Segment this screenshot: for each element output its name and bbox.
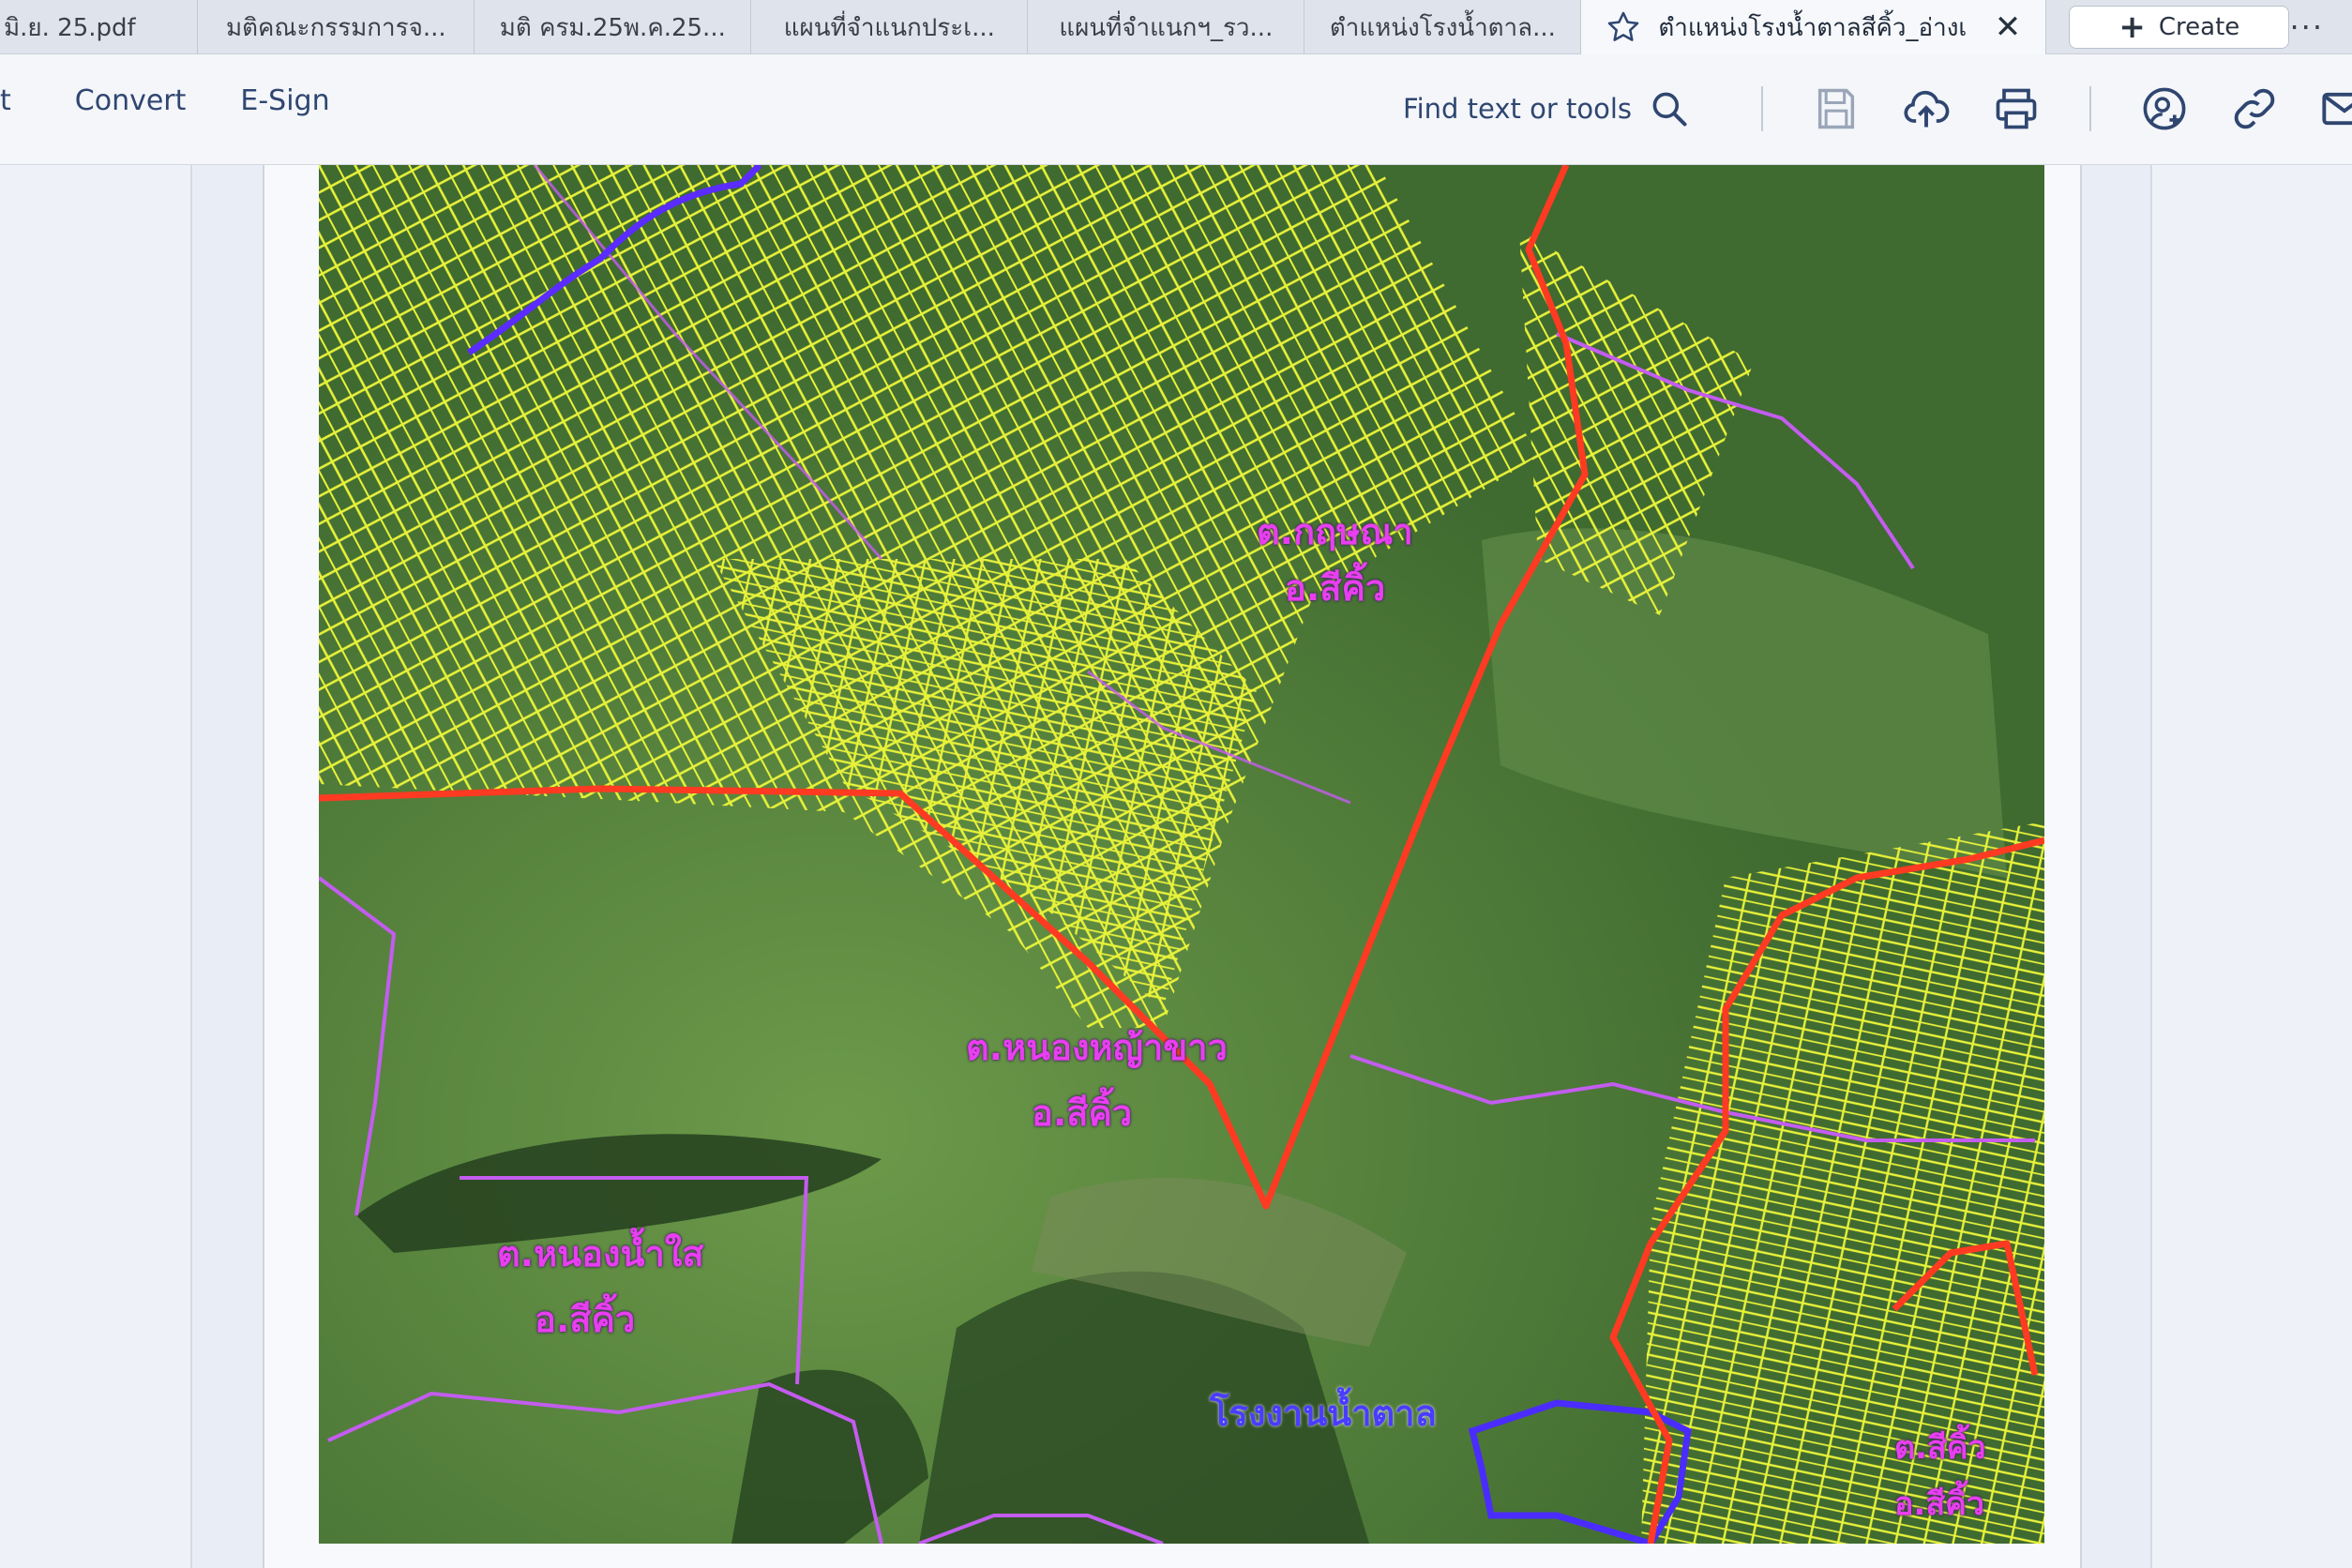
create-button[interactable]: + Create (2069, 5, 2290, 49)
create-label: Create (2158, 12, 2240, 41)
upload-cloud-icon[interactable] (1902, 84, 1951, 133)
find-tools[interactable]: Find text or tools (1403, 88, 1690, 129)
save-icon[interactable] (1812, 84, 1861, 133)
tab-label: มิ.ย. 25.pdf (4, 13, 136, 42)
esign-button[interactable]: E-Sign (240, 84, 329, 117)
right-panel (2150, 165, 2352, 1568)
tab-label: ตำแหน่งโรงน้ำตาลสีคิ้ว_อ่างเก็... (1658, 13, 1967, 42)
map-label-amphoe: อ.สีคิ้ว (1285, 567, 1386, 609)
satellite-map: ต.กฤษณา อ.สีคิ้ว ต.หนองหญ้าขาว อ.สีคิ้ว … (319, 165, 2044, 1544)
find-input-label[interactable]: Find text or tools (1403, 93, 1632, 125)
print-icon[interactable] (1992, 84, 2041, 133)
toolbar-divider (2089, 86, 2091, 131)
tab-1[interactable]: มติคณะกรรมการจ... (198, 0, 475, 54)
tab-3[interactable]: แผนที่จำแนกประเ... (751, 0, 1029, 54)
map-label-tambon: ต.หนองน้ำใส (497, 1233, 704, 1274)
toolbar-right: Find text or tools (1403, 79, 2352, 139)
left-panel (0, 165, 192, 1568)
tab-label: มติคณะกรรมการจ... (225, 13, 446, 42)
share-user-icon[interactable] (2140, 84, 2189, 133)
map-label-sugar-factory: โรงงานน้ำตาล (1210, 1393, 1437, 1434)
tab-label: ตำแหน่งโรงน้ำตาล... (1329, 13, 1556, 42)
map-label-tambon: ต.กฤษณา (1257, 511, 1413, 552)
tab-active[interactable]: ตำแหน่งโรงน้ำตาลสีคิ้ว_อ่างเก็... ✕ (1581, 0, 2047, 54)
toolbar: t Convert E-Sign Find text or tools (0, 54, 2352, 165)
search-icon[interactable] (1649, 88, 1690, 129)
toolbar-left: t Convert E-Sign (0, 84, 384, 117)
document-viewer[interactable]: ต.กฤษณา อ.สีคิ้ว ต.หนองหญ้าขาว อ.สีคิ้ว … (0, 165, 2352, 1568)
map-label-amphoe: อ.สีคิ้ว (535, 1299, 636, 1340)
more-icon[interactable]: ··· (2289, 9, 2324, 45)
close-icon[interactable]: ✕ (1995, 8, 2022, 46)
tab-2[interactable]: มติ ครม.25พ.ค.25... (475, 0, 752, 54)
convert-button[interactable]: Convert (75, 84, 187, 117)
toolbar-item-cut[interactable]: t (0, 84, 11, 117)
tab-4[interactable]: แผนที่จำแนกฯ_รว... (1028, 0, 1305, 54)
tab-bar: มิ.ย. 25.pdf มติคณะกรรมการจ... มติ ครม.2… (0, 0, 2352, 54)
map-label-amphoe: อ.สีคิ้ว (1894, 1485, 1984, 1523)
mail-icon[interactable] (2320, 84, 2352, 133)
map-label-tambon: ต.สีคิ้ว (1894, 1429, 1986, 1467)
tab-5[interactable]: ตำแหน่งโรงน้ำตาล... (1304, 0, 1582, 54)
toolbar-divider (1761, 86, 1763, 131)
link-icon[interactable] (2230, 84, 2279, 133)
map-label-amphoe: อ.สีคิ้ว (1032, 1093, 1133, 1134)
tab-label: มติ ครม.25พ.ค.25... (499, 13, 726, 42)
plus-icon: + (2118, 8, 2146, 46)
star-icon[interactable] (1606, 9, 1641, 45)
tab-label: แผนที่จำแนกฯ_รว... (1059, 13, 1274, 42)
map-label-tambon: ต.หนองหญ้าขาว (966, 1027, 1228, 1068)
tab-0[interactable]: มิ.ย. 25.pdf (0, 0, 199, 54)
tab-label: แผนที่จำแนกประเ... (783, 13, 995, 42)
